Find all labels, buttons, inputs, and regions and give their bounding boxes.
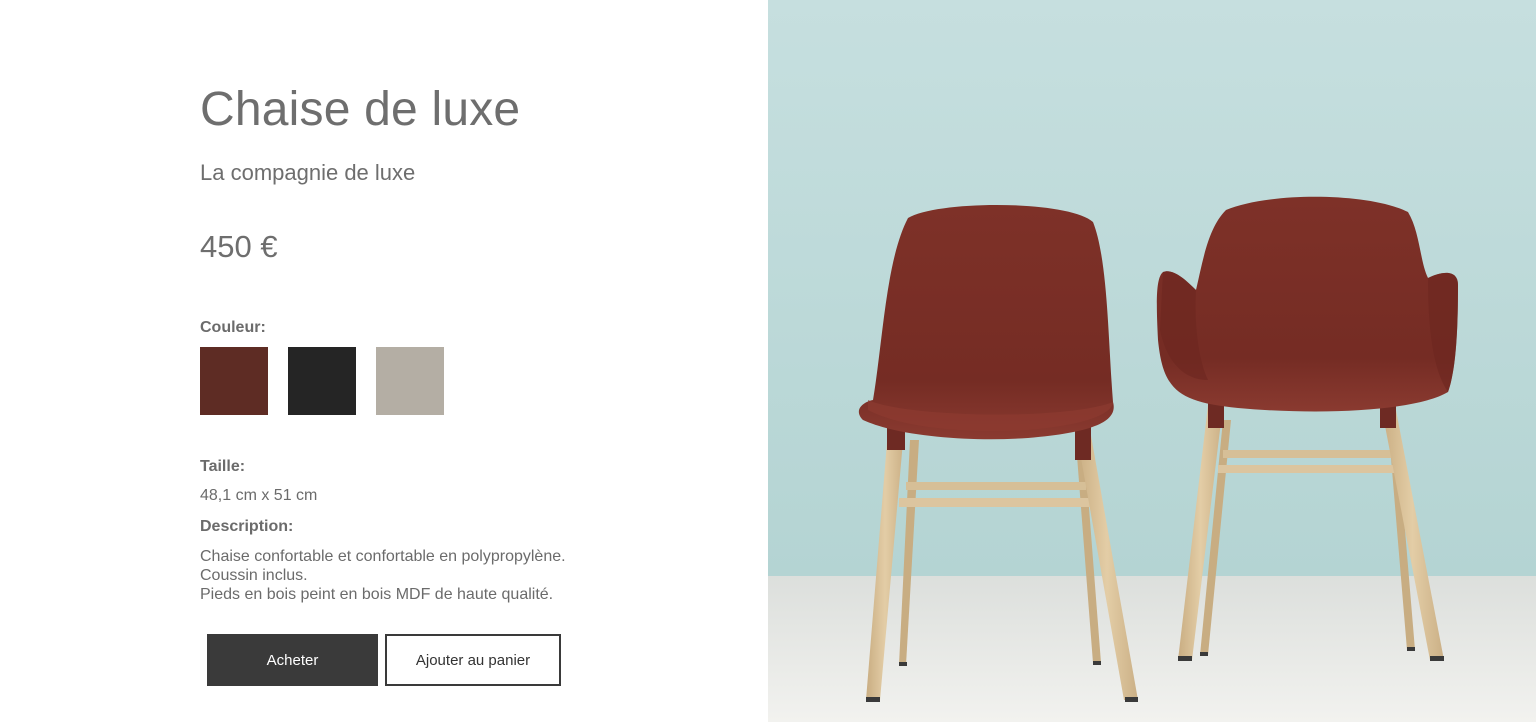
color-swatch-brown[interactable]	[200, 347, 268, 415]
size-value: 48,1 cm x 51 cm	[200, 487, 318, 504]
product-brand: La compagnie de luxe	[200, 160, 416, 185]
description-line: Chaise confortable et confortable en pol…	[200, 548, 566, 565]
size-label: Taille:	[200, 458, 246, 475]
description-label: Description:	[200, 518, 294, 535]
description-line: Coussin inclus.	[200, 567, 308, 584]
product-price: 450 €	[200, 229, 278, 264]
color-label: Couleur:	[200, 319, 266, 336]
add-to-cart-button[interactable]: Ajouter au panier	[385, 634, 561, 686]
color-swatch-black[interactable]	[288, 347, 356, 415]
description-text: Chaise confortable et confortable en pol…	[200, 547, 566, 604]
chairs-photo	[768, 0, 1536, 722]
product-details-panel: Chaise de luxe La compagnie de luxe 450 …	[0, 0, 768, 722]
product-title: Chaise de luxe	[200, 83, 521, 136]
color-swatches	[200, 347, 444, 415]
color-swatch-grey[interactable]	[376, 347, 444, 415]
buy-button[interactable]: Acheter	[207, 634, 378, 686]
product-image	[768, 0, 1536, 722]
description-line: Pieds en bois peint en bois MDF de haute…	[200, 586, 554, 603]
